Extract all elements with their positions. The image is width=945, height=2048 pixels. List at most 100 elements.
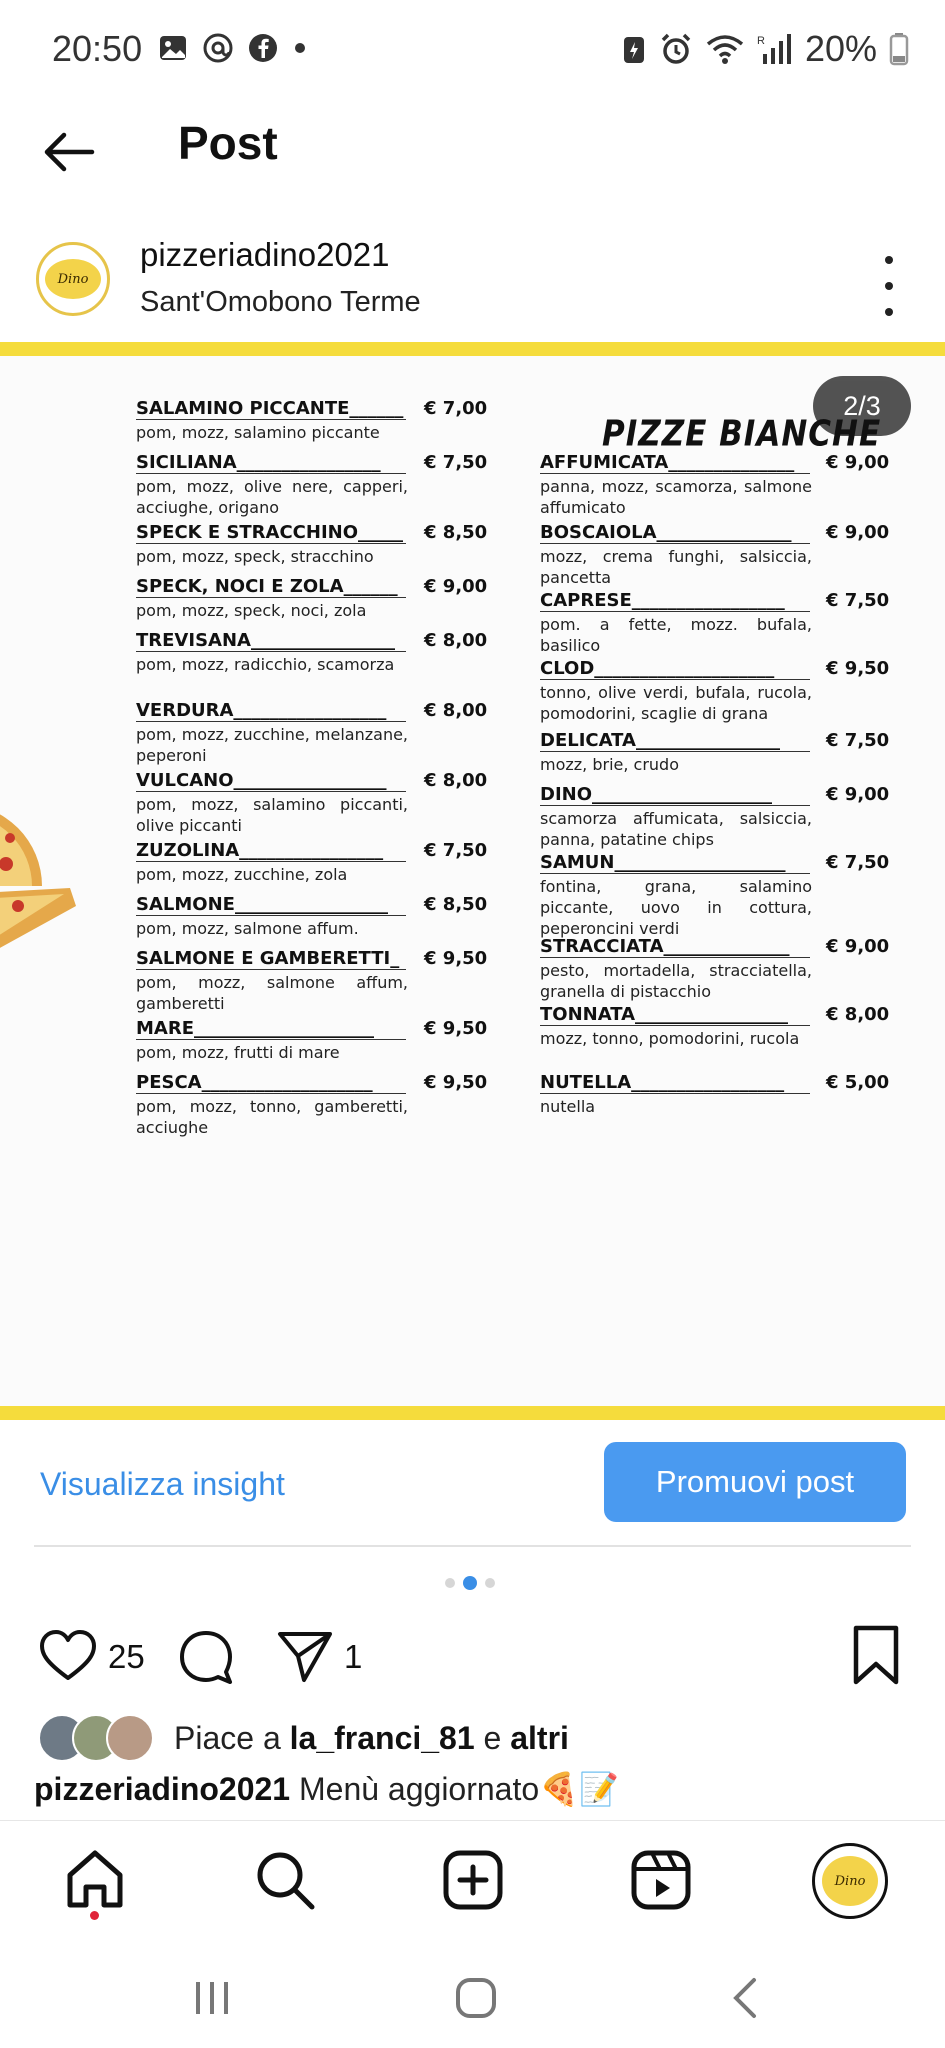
menu-item-name: BOSCAIOLA_______________ (540, 522, 810, 544)
heart-icon[interactable] (38, 1628, 98, 1684)
post-location[interactable]: Sant'Omobono Terme (140, 286, 421, 319)
menu-item-name: SALMONE_________________ (136, 894, 406, 916)
dot-icon (295, 43, 305, 53)
menu-item-name: CLOD____________________ (540, 658, 810, 680)
likes-summary[interactable]: Piace a la_franci_81 e altri (0, 1710, 945, 1766)
menu-item-price: € 8,50 (424, 894, 488, 915)
pizza-illustration (0, 814, 76, 948)
more-options-icon[interactable] (877, 256, 901, 316)
menu-item-name: SAMUN___________________ (540, 852, 810, 874)
menu-item-price: € 9,00 (826, 784, 890, 805)
recent-apps-icon[interactable] (188, 1974, 236, 2022)
menu-item-name: TONNATA_________________ (540, 1004, 810, 1026)
menu-item: DELICATA________________ € 7,50 mozz, brie… (540, 730, 920, 775)
menu-item-description: mozz, brie, crudo (540, 755, 679, 774)
menu-item: SALMONE_________________ € 8,50 pom, mozz,… (136, 894, 516, 939)
likes-count[interactable]: 25 (108, 1638, 145, 1676)
status-icons-left (158, 32, 308, 64)
menu-item-name: DELICATA________________ (540, 730, 810, 752)
liker-avatars (38, 1714, 158, 1764)
menu-item-name: SPECK, NOCI E ZOLA______ (136, 576, 406, 598)
menu-item-name: PESCA___________________ (136, 1072, 406, 1094)
likes-others[interactable]: altri (510, 1720, 569, 1756)
back-arrow-icon[interactable] (38, 122, 98, 182)
menu-top-band (0, 342, 945, 356)
create-icon[interactable] (440, 1847, 506, 1913)
post-caption: pizzeriadino2021 Menù aggiornato🍕📝 (34, 1770, 619, 1808)
page-header: Post (0, 100, 945, 200)
menu-item: SAMUN___________________ € 7,50 fontina, g… (540, 852, 920, 939)
menu-item-description: tonno, olive verdi, bufala, rucola, pomo… (540, 683, 812, 723)
share-icon[interactable] (274, 1626, 334, 1686)
promote-post-button[interactable]: Promuovi post (604, 1442, 906, 1522)
threads-icon (203, 33, 233, 63)
menu-item-price: € 8,00 (424, 770, 488, 791)
liker-avatar (106, 1714, 154, 1762)
menu-item-description: pom, mozz, salmone affum, gamberetti (136, 973, 408, 1013)
menu-item-name: STRACCIATA______________ (540, 936, 810, 958)
author-username[interactable]: pizzeriadino2021 (140, 236, 390, 274)
divider (34, 1545, 911, 1547)
battery-percent: 20% (804, 28, 877, 69)
menu-item-name: VERDURA_________________ (136, 700, 406, 722)
caption-username[interactable]: pizzeriadino2021 (34, 1771, 290, 1807)
carousel-dot-active (463, 1576, 477, 1590)
reels-icon[interactable] (628, 1847, 694, 1913)
post-author-row: Dino pizzeriadino2021 Sant'Omobono Terme (0, 220, 945, 340)
search-icon[interactable] (252, 1847, 318, 1913)
signal-icon: R (757, 34, 791, 64)
profile-avatar[interactable]: Dino (812, 1843, 888, 1919)
menu-item-price: € 7,50 (826, 730, 890, 751)
likes-text: Piace a la_franci_81 e altri (174, 1720, 569, 1757)
menu-item-description: pom, mozz, radicchio, scamorza (136, 655, 395, 674)
menu-item-description: pom. a fette, mozz. bufala, basilico (540, 615, 812, 655)
author-avatar[interactable]: Dino (36, 242, 110, 316)
carousel-dot (445, 1578, 455, 1588)
menu-item-description: pom, mozz, speck, stracchino (136, 547, 374, 566)
status-icons-right: R 20% (621, 28, 909, 70)
menu-item-price: € 9,00 (826, 522, 890, 543)
menu-item: SPECK E STRACCHINO_____ € 8,50 pom, mozz, … (136, 522, 516, 567)
menu-item-price: € 9,50 (424, 948, 488, 969)
menu-item-description: pom, mozz, zucchine, zola (136, 865, 348, 884)
menu-item-description: mozz, tonno, pomodorini, rucola (540, 1029, 800, 1048)
view-insights-link[interactable]: Visualizza insight (40, 1466, 285, 1503)
liker-username[interactable]: la_franci_81 (290, 1720, 475, 1756)
menu-item: DINO____________________ € 9,00 scamorza a… (540, 784, 920, 850)
menu-item-price: € 7,50 (826, 852, 890, 873)
status-time: 20:50 (52, 28, 143, 69)
shares-count: 1 (344, 1638, 363, 1675)
menu-item-name: SALAMINO PICCANTE______ (136, 398, 406, 420)
menu-item-price: € 5,00 (826, 1072, 890, 1093)
menu-item: SALAMINO PICCANTE______ € 7,00 pom, mozz, … (136, 398, 516, 443)
menu-item-name: MARE____________________ (136, 1018, 406, 1040)
menu-item-price: € 7,50 (424, 840, 488, 861)
battery-icon (889, 33, 909, 66)
bookmark-icon[interactable] (848, 1624, 904, 1686)
svg-text:R: R (757, 35, 765, 47)
menu-section-heading: PIZZE BIANCHE (602, 413, 882, 455)
menu-item: NUTELLA_________________ € 5,00 nutella (540, 1072, 920, 1117)
home-icon[interactable] (62, 1847, 128, 1913)
menu-item-price: € 9,50 (826, 658, 890, 679)
menu-item-description: pom, mozz, speck, noci, zola (136, 601, 367, 620)
menu-item-name: NUTELLA_________________ (540, 1072, 810, 1094)
system-back-icon[interactable] (722, 1974, 770, 2022)
post-image[interactable]: 2/3 PIZZE BIANCHE SALAMINO PICCANTE_____… (0, 342, 945, 1420)
avatar-logo: Dino (45, 259, 101, 299)
menu-item: MARE____________________ € 9,50 pom, mozz,… (136, 1018, 516, 1063)
menu-item-description: pom, mozz, tonno, gamberetti, acciughe (136, 1097, 408, 1137)
menu-item-description: fontina, grana, salamino piccante, uovo … (540, 877, 812, 938)
menu-item-price: € 8,50 (424, 522, 488, 543)
comment-icon[interactable] (176, 1626, 236, 1686)
bottom-navigation: Dino (0, 1820, 945, 1938)
menu-item-price: € 9,00 (826, 452, 890, 473)
menu-item-name: SICILIANA________________ (136, 452, 406, 474)
menu-item-description: pom, mozz, zucchine, melanzane, peperoni (136, 725, 409, 765)
system-home-icon[interactable] (452, 1974, 500, 2022)
menu-item-description: nutella (540, 1097, 596, 1116)
wifi-icon (706, 35, 744, 64)
menu-item-description: pom, mozz, olive nere, capperi, acciughe… (136, 477, 408, 517)
menu-item: CAPRESE_________________ € 7,50 pom. a fet… (540, 590, 920, 656)
menu-item-description: panna, mozz, scamorza, salmone affumicat… (540, 477, 812, 517)
